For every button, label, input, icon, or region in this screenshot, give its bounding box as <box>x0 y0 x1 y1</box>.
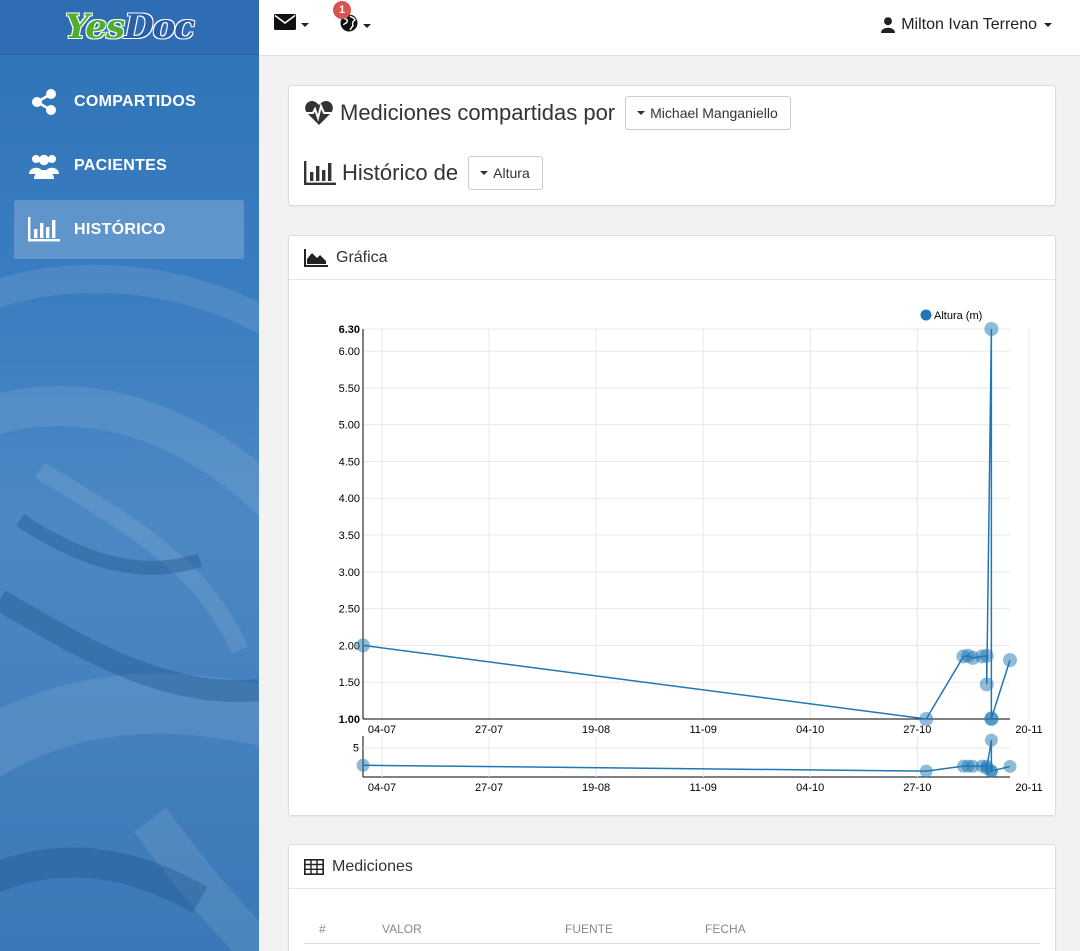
overview-x-tick-label: 04-10 <box>796 782 824 794</box>
table-panel-header: Mediciones <box>289 845 1055 889</box>
data-point <box>356 638 370 653</box>
y-tick-label: 3.50 <box>339 530 360 542</box>
y-tick-label: 6.00 <box>339 346 360 358</box>
overview-y-tick-label: 5 <box>353 743 359 755</box>
overview-data-point <box>984 764 998 778</box>
chevron-down-icon <box>637 111 646 115</box>
data-point <box>1003 653 1017 668</box>
data-point <box>984 322 999 336</box>
y-tick-label: 4.50 <box>339 456 360 468</box>
column-header-source[interactable]: FUENTE <box>565 922 613 936</box>
bar-chart-icon <box>28 215 60 245</box>
measurements-table-panel: Mediciones # VALOR FUENTE FECHA <box>288 844 1056 951</box>
column-header-number[interactable]: # <box>319 922 326 936</box>
data-point <box>979 648 994 663</box>
sidebar: YesDoc COMPARTIDOS PACIENTES HISTÓRICO <box>0 0 259 951</box>
brand-logo[interactable]: YesDoc <box>0 0 259 55</box>
share-icon <box>28 87 60 117</box>
sidebar-item-label: HISTÓRICO <box>74 220 166 238</box>
area-chart-icon <box>304 248 328 267</box>
overview-x-tick-label: 20-11 <box>1015 782 1042 794</box>
legend-marker <box>920 309 932 321</box>
overview-x-tick-label: 04-07 <box>368 782 396 794</box>
overview-x-tick-label: 27-07 <box>475 782 503 794</box>
brand-name-part2: Doc <box>124 7 195 47</box>
table-panel-title: Mediciones <box>332 857 413 875</box>
shared-by-value: Michael Manganiello <box>650 105 778 121</box>
chart-panel: Gráfica 1.00 1.50 2.00 2.50 3.00 3.50 4.00 4.50… <box>288 235 1056 816</box>
chevron-down-icon <box>363 23 371 28</box>
chart-panel-title: Gráfica <box>336 248 388 266</box>
envelope-icon <box>274 14 296 35</box>
shared-by-dropdown[interactable]: Michael Manganiello <box>625 96 791 130</box>
x-tick-label: 11-09 <box>690 724 717 736</box>
overview-x-tick-label: 27-10 <box>903 782 931 794</box>
bar-chart-icon <box>304 161 336 185</box>
overview-data-point <box>919 764 933 778</box>
y-tick-label: 5.00 <box>339 420 360 432</box>
y-tick-label: 1.00 <box>339 714 360 726</box>
measurements-table-header: # VALOR FUENTE FECHA <box>304 922 1040 944</box>
topbar: 1 Milton Ivan Terreno <box>259 0 1080 56</box>
brand-name-part1: Yes <box>65 7 125 47</box>
y-tick-label: 5.50 <box>339 383 360 395</box>
overview-series-line <box>362 739 1011 772</box>
y-tick-label: 3.00 <box>339 567 360 579</box>
user-icon <box>881 17 896 33</box>
height-history-chart[interactable]: 1.001.502.002.503.003.504.004.505.005.50… <box>289 280 1055 815</box>
overview-data-point <box>984 733 998 747</box>
overview-data-point <box>356 758 370 772</box>
chevron-down-icon <box>301 22 309 27</box>
overview-x-tick-label: 11-09 <box>690 782 717 794</box>
column-header-value[interactable]: VALOR <box>382 922 422 936</box>
user-name: Milton Ivan Terreno <box>901 16 1037 33</box>
history-type-dropdown[interactable]: Altura <box>468 156 543 190</box>
column-header-date[interactable]: FECHA <box>705 922 746 936</box>
users-icon <box>28 151 60 181</box>
shared-title: Mediciones compartidas por <box>340 100 616 125</box>
y-tick-label: 4.00 <box>339 493 360 505</box>
y-tick-label: 2.50 <box>339 604 360 616</box>
notification-badge: 1 <box>333 1 351 19</box>
user-menu[interactable]: Milton Ivan Terreno <box>881 16 1052 34</box>
data-point <box>979 677 994 692</box>
sidebar-item-pacientes[interactable]: PACIENTES <box>14 136 244 195</box>
data-point <box>919 712 934 726</box>
x-tick-label: 19-08 <box>582 724 610 736</box>
history-title: Histórico de <box>342 160 459 185</box>
chart-panel-header: Gráfica <box>289 236 1055 280</box>
chevron-down-icon <box>480 171 489 175</box>
measurements-header-panel: Mediciones compartidas por Michael Manga… <box>288 85 1056 206</box>
messages-dropdown[interactable] <box>274 14 309 35</box>
sidebar-nav: COMPARTIDOS PACIENTES HISTÓRICO <box>0 55 259 259</box>
table-icon <box>304 858 324 875</box>
y-tick-label: 6.30 <box>339 324 360 336</box>
x-tick-label: 27-07 <box>475 724 503 736</box>
sidebar-item-historico[interactable]: HISTÓRICO <box>14 200 244 259</box>
data-point <box>984 711 999 726</box>
overview-x-tick-label: 19-08 <box>582 782 610 794</box>
legend-label: Altura (m) <box>934 310 982 322</box>
sidebar-item-label: PACIENTES <box>74 156 168 174</box>
overview-data-point <box>1003 759 1017 773</box>
x-tick-label: 04-10 <box>796 724 824 736</box>
x-tick-label: 04-07 <box>368 724 396 736</box>
sidebar-item-compartidos[interactable]: COMPARTIDOS <box>14 72 244 131</box>
sidebar-item-label: COMPARTIDOS <box>74 92 197 110</box>
x-tick-label: 20-11 <box>1015 724 1042 736</box>
y-tick-label: 1.50 <box>339 677 360 689</box>
heartbeat-icon <box>304 99 334 127</box>
chevron-down-icon <box>1044 23 1052 27</box>
history-type-value: Altura <box>493 165 530 181</box>
